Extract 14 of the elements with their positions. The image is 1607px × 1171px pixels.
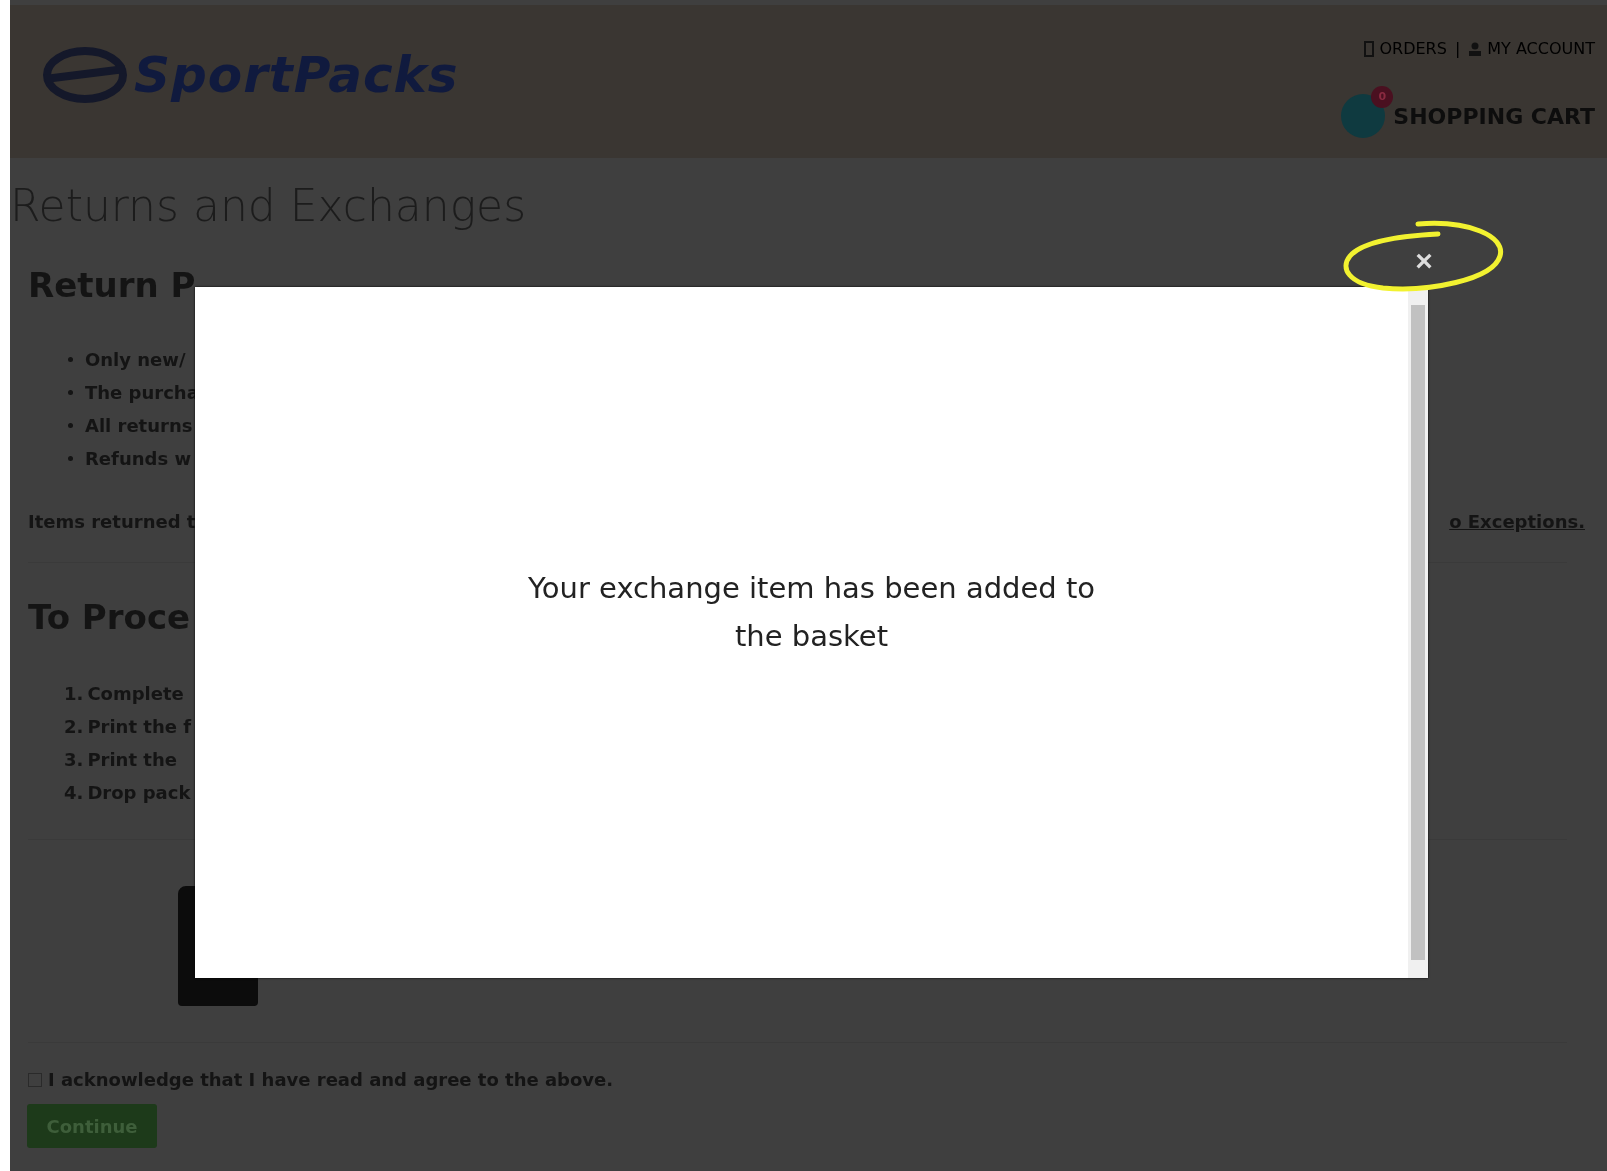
close-button[interactable]: × xyxy=(1408,245,1440,277)
logo-swoosh-icon xyxy=(40,45,130,105)
scrollbar[interactable] xyxy=(1408,287,1428,978)
cart-count-badge: 0 xyxy=(1371,86,1394,108)
document-icon xyxy=(1364,40,1375,57)
modal-message: Your exchange item has been added to the basket xyxy=(526,569,1097,655)
header-link[interactable]: ORDERS xyxy=(1364,39,1447,58)
person-icon xyxy=(1468,41,1483,56)
bullet-icon xyxy=(68,390,73,395)
bullet-icon xyxy=(68,357,73,362)
separator: | xyxy=(1454,39,1461,58)
bullet-icon xyxy=(68,456,73,461)
bullet-icon xyxy=(68,423,73,428)
header-link[interactable]: MY ACCOUNT xyxy=(1468,39,1595,58)
